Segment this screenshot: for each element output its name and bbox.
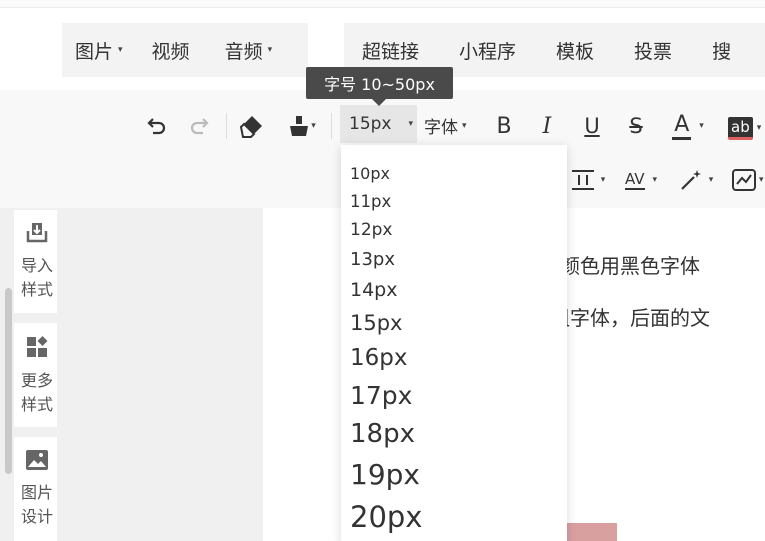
insert-template-button[interactable]: 模板: [556, 37, 594, 64]
paragraph-spacing-button[interactable]: ▾: [567, 166, 609, 194]
strikethrough-icon: S: [629, 114, 643, 138]
italic-icon: I: [542, 113, 552, 139]
insert-toolbar-media: 图片 ▾ 视频 音频 ▾: [62, 23, 308, 77]
insert-hyperlink-label: 超链接: [362, 40, 420, 63]
font-size-option[interactable]: 11px: [350, 193, 391, 211]
side-panel-scrollbar[interactable]: [5, 288, 12, 474]
chevron-down-icon: ▾: [311, 121, 316, 131]
insert-search-label: 搜: [712, 40, 732, 63]
side-item-image-design[interactable]: 图片 设计: [14, 437, 57, 541]
toolbar-divider: [331, 113, 332, 139]
chevron-down-icon: ▾: [408, 119, 414, 129]
strikethrough-button[interactable]: S: [624, 111, 648, 141]
font-size-option[interactable]: 19px: [350, 461, 420, 489]
clear-format-button[interactable]: [238, 112, 266, 140]
underline-button[interactable]: U: [580, 111, 604, 141]
image-icon: [26, 450, 48, 470]
font-size-value: 15px: [349, 114, 392, 134]
toolbar-divider: [226, 113, 227, 139]
magic-format-button[interactable]: ▾: [674, 166, 718, 194]
font-size-dropdown: 10px 11px 12px 13px 14px 15px 16px 17px …: [341, 145, 567, 541]
chevron-down-icon: ▾: [462, 120, 467, 131]
letter-spacing-button[interactable]: AV ▾: [620, 166, 662, 194]
redo-button[interactable]: [187, 113, 213, 139]
chevron-down-icon: ▾: [267, 45, 273, 55]
import-icon: [26, 223, 48, 243]
font-size-option[interactable]: 16px: [350, 347, 407, 370]
insert-vote-label: 投票: [634, 40, 673, 63]
font-color-button[interactable]: A ▾: [666, 110, 710, 142]
side-item-import-style[interactable]: 导入 样式: [14, 210, 57, 313]
insert-image-button[interactable]: 图片 ▾: [75, 37, 123, 64]
insert-hyperlink-button[interactable]: 超链接: [362, 37, 419, 64]
insert-audio-label: 音频: [224, 40, 263, 63]
chevron-down-icon: ▾: [118, 45, 123, 55]
side-item-label: 设计: [21, 507, 54, 526]
chart-icon: [732, 169, 756, 191]
bold-icon: B: [496, 113, 512, 139]
underline-icon: U: [584, 114, 600, 138]
insert-video-button[interactable]: 视频: [152, 37, 190, 64]
font-family-select[interactable]: 字体 ▾: [424, 113, 467, 138]
undo-icon: [147, 118, 166, 135]
insert-vote-button[interactable]: 投票: [634, 37, 672, 64]
magic-wand-icon: [680, 170, 701, 190]
chevron-down-icon: ▾: [699, 121, 704, 131]
format-painter-button[interactable]: ▾: [285, 112, 319, 140]
chevron-down-icon: ▾: [600, 175, 606, 185]
insert-audio-button[interactable]: 音频 ▾: [225, 37, 273, 64]
font-size-option[interactable]: 17px: [350, 383, 412, 408]
font-size-option[interactable]: 20px: [350, 503, 422, 532]
font-size-option[interactable]: 18px: [350, 421, 415, 447]
chevron-down-icon: ▾: [652, 175, 658, 185]
format-painter-icon: [290, 116, 309, 136]
font-size-option[interactable]: 15px: [350, 313, 402, 334]
tooltip-text: 字号 10~50px: [324, 75, 435, 94]
highlight-color-button[interactable]: ab ▾: [728, 114, 765, 142]
insert-video-label: 视频: [151, 40, 190, 63]
top-strip: [0, 0, 765, 8]
font-size-option[interactable]: 10px: [350, 166, 390, 182]
highlighted-text-fragment: [567, 523, 617, 541]
redo-icon: [190, 118, 209, 135]
insert-template-label: 模板: [556, 40, 595, 63]
insert-chart-button[interactable]: ▾: [732, 166, 765, 194]
insert-search-button[interactable]: 搜: [712, 37, 731, 64]
side-item-more-styles[interactable]: 更多 样式: [14, 323, 57, 427]
side-item-label: 更多: [21, 371, 54, 390]
italic-button[interactable]: I: [537, 112, 557, 140]
font-size-option[interactable]: 14px: [350, 281, 397, 300]
font-size-tooltip: 字号 10~50px: [306, 67, 453, 106]
insert-image-label: 图片: [75, 40, 114, 63]
font-size-option[interactable]: 13px: [350, 251, 395, 269]
chevron-down-icon: ▾: [759, 175, 764, 185]
insert-miniprogram-button[interactable]: 小程序: [459, 37, 516, 64]
font-family-label: 字体: [424, 118, 458, 138]
grid-icon: [27, 336, 48, 357]
side-item-label: 导入: [21, 256, 54, 275]
undo-button[interactable]: [143, 113, 169, 139]
letter-spacing-icon: AV: [624, 170, 645, 190]
eraser-icon: [239, 116, 262, 138]
insert-miniprogram-label: 小程序: [459, 40, 517, 63]
paragraph-spacing-icon: [571, 170, 594, 190]
highlight-icon: ab: [728, 116, 753, 140]
bold-button[interactable]: B: [493, 112, 515, 140]
chevron-down-icon: ▾: [708, 175, 714, 185]
chevron-down-icon: ▾: [756, 123, 762, 133]
side-item-label: 样式: [21, 395, 54, 414]
font-color-icon: A: [672, 112, 692, 140]
side-item-label: 样式: [21, 280, 54, 299]
side-item-label: 图片: [21, 483, 54, 502]
font-size-option[interactable]: 12px: [350, 222, 392, 239]
font-size-select[interactable]: 15px ▾: [340, 105, 417, 143]
